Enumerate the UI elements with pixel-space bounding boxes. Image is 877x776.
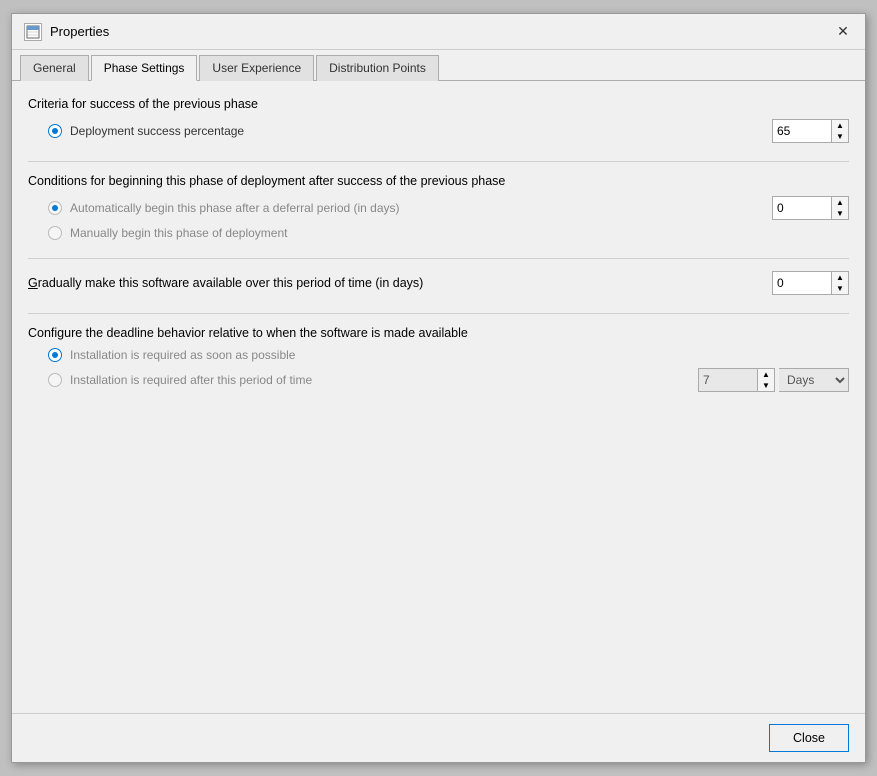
deployment-success-label: Deployment success percentage [70,124,244,138]
tab-distribution-points[interactable]: Distribution Points [316,55,439,81]
window-close-button[interactable]: ✕ [833,22,853,42]
tab-user-experience[interactable]: User Experience [199,55,314,81]
conditions-title: Conditions for beginning this phase of d… [28,174,849,188]
deployment-success-row: Deployment success percentage ▲ ▼ [28,119,849,143]
asap-radio[interactable] [48,348,62,362]
period-up[interactable]: ▲ [758,369,774,380]
period-label: Installation is required after this peri… [70,373,312,387]
period-spinner: ▲ ▼ [698,368,775,392]
footer-btn-bar: Close [12,713,865,762]
period-controls: ▲ ▼ Days Weeks Months [698,368,849,392]
title-bar-left: Properties [24,23,109,41]
gradually-up[interactable]: ▲ [832,272,848,283]
period-input[interactable] [698,368,758,392]
window-title: Properties [50,24,109,39]
manual-begin-row: Manually begin this phase of deployment [28,226,849,240]
deployment-success-up[interactable]: ▲ [832,120,848,131]
deployment-success-spinner: ▲ ▼ [772,119,849,143]
gradually-down[interactable]: ▼ [832,283,848,294]
deadline-section: Configure the deadline behavior relative… [28,326,849,392]
auto-begin-up[interactable]: ▲ [832,197,848,208]
period-radio[interactable] [48,373,62,387]
auto-begin-spinner: ▲ ▼ [772,196,849,220]
gradually-section: Gradually make this software available o… [28,271,849,295]
deployment-success-input[interactable] [772,119,832,143]
auto-begin-down[interactable]: ▼ [832,208,848,219]
tab-bar: General Phase Settings User Experience D… [12,50,865,81]
deployment-success-radio[interactable] [48,124,62,138]
auto-begin-row: Automatically begin this phase after a d… [28,196,849,220]
conditions-section: Conditions for beginning this phase of d… [28,174,849,240]
tab-phase-settings[interactable]: Phase Settings [91,55,198,81]
deployment-success-down[interactable]: ▼ [832,131,848,142]
auto-begin-label: Automatically begin this phase after a d… [70,201,400,215]
gradually-input[interactable] [772,271,832,295]
period-spinner-buttons: ▲ ▼ [758,368,775,392]
auto-begin-option[interactable]: Automatically begin this phase after a d… [48,201,400,215]
period-row: Installation is required after this peri… [28,368,849,392]
gradually-spinner-buttons: ▲ ▼ [832,271,849,295]
app-icon [24,23,42,41]
gradually-label: Gradually make this software available o… [28,276,423,290]
deadline-title: Configure the deadline behavior relative… [28,326,849,340]
tab-general[interactable]: General [20,55,89,81]
divider-1 [28,161,849,162]
manual-begin-radio[interactable] [48,226,62,240]
success-criteria-title: Criteria for success of the previous pha… [28,97,849,111]
period-unit-select[interactable]: Days Weeks Months [779,368,849,392]
auto-begin-radio[interactable] [48,201,62,215]
asap-row: Installation is required as soon as poss… [28,348,849,362]
period-down[interactable]: ▼ [758,380,774,391]
close-button[interactable]: Close [769,724,849,752]
deployment-success-spinner-buttons: ▲ ▼ [832,119,849,143]
properties-dialog: Properties ✕ General Phase Settings User… [11,13,866,763]
auto-begin-input[interactable] [772,196,832,220]
divider-2 [28,258,849,259]
asap-label: Installation is required as soon as poss… [70,348,295,362]
manual-begin-label: Manually begin this phase of deployment [70,226,287,240]
auto-begin-spinner-buttons: ▲ ▼ [832,196,849,220]
period-option[interactable]: Installation is required after this peri… [48,373,312,387]
deployment-success-option[interactable]: Deployment success percentage [48,124,244,138]
gradually-row: Gradually make this software available o… [28,271,849,295]
success-criteria-section: Criteria for success of the previous pha… [28,97,849,143]
gradually-label-wrap: Gradually make this software available o… [28,276,423,290]
manual-begin-option[interactable]: Manually begin this phase of deployment [48,226,287,240]
title-bar: Properties ✕ [12,14,865,50]
asap-option[interactable]: Installation is required as soon as poss… [48,348,295,362]
divider-3 [28,313,849,314]
tab-content: Criteria for success of the previous pha… [12,81,865,713]
gradually-spinner: ▲ ▼ [772,271,849,295]
